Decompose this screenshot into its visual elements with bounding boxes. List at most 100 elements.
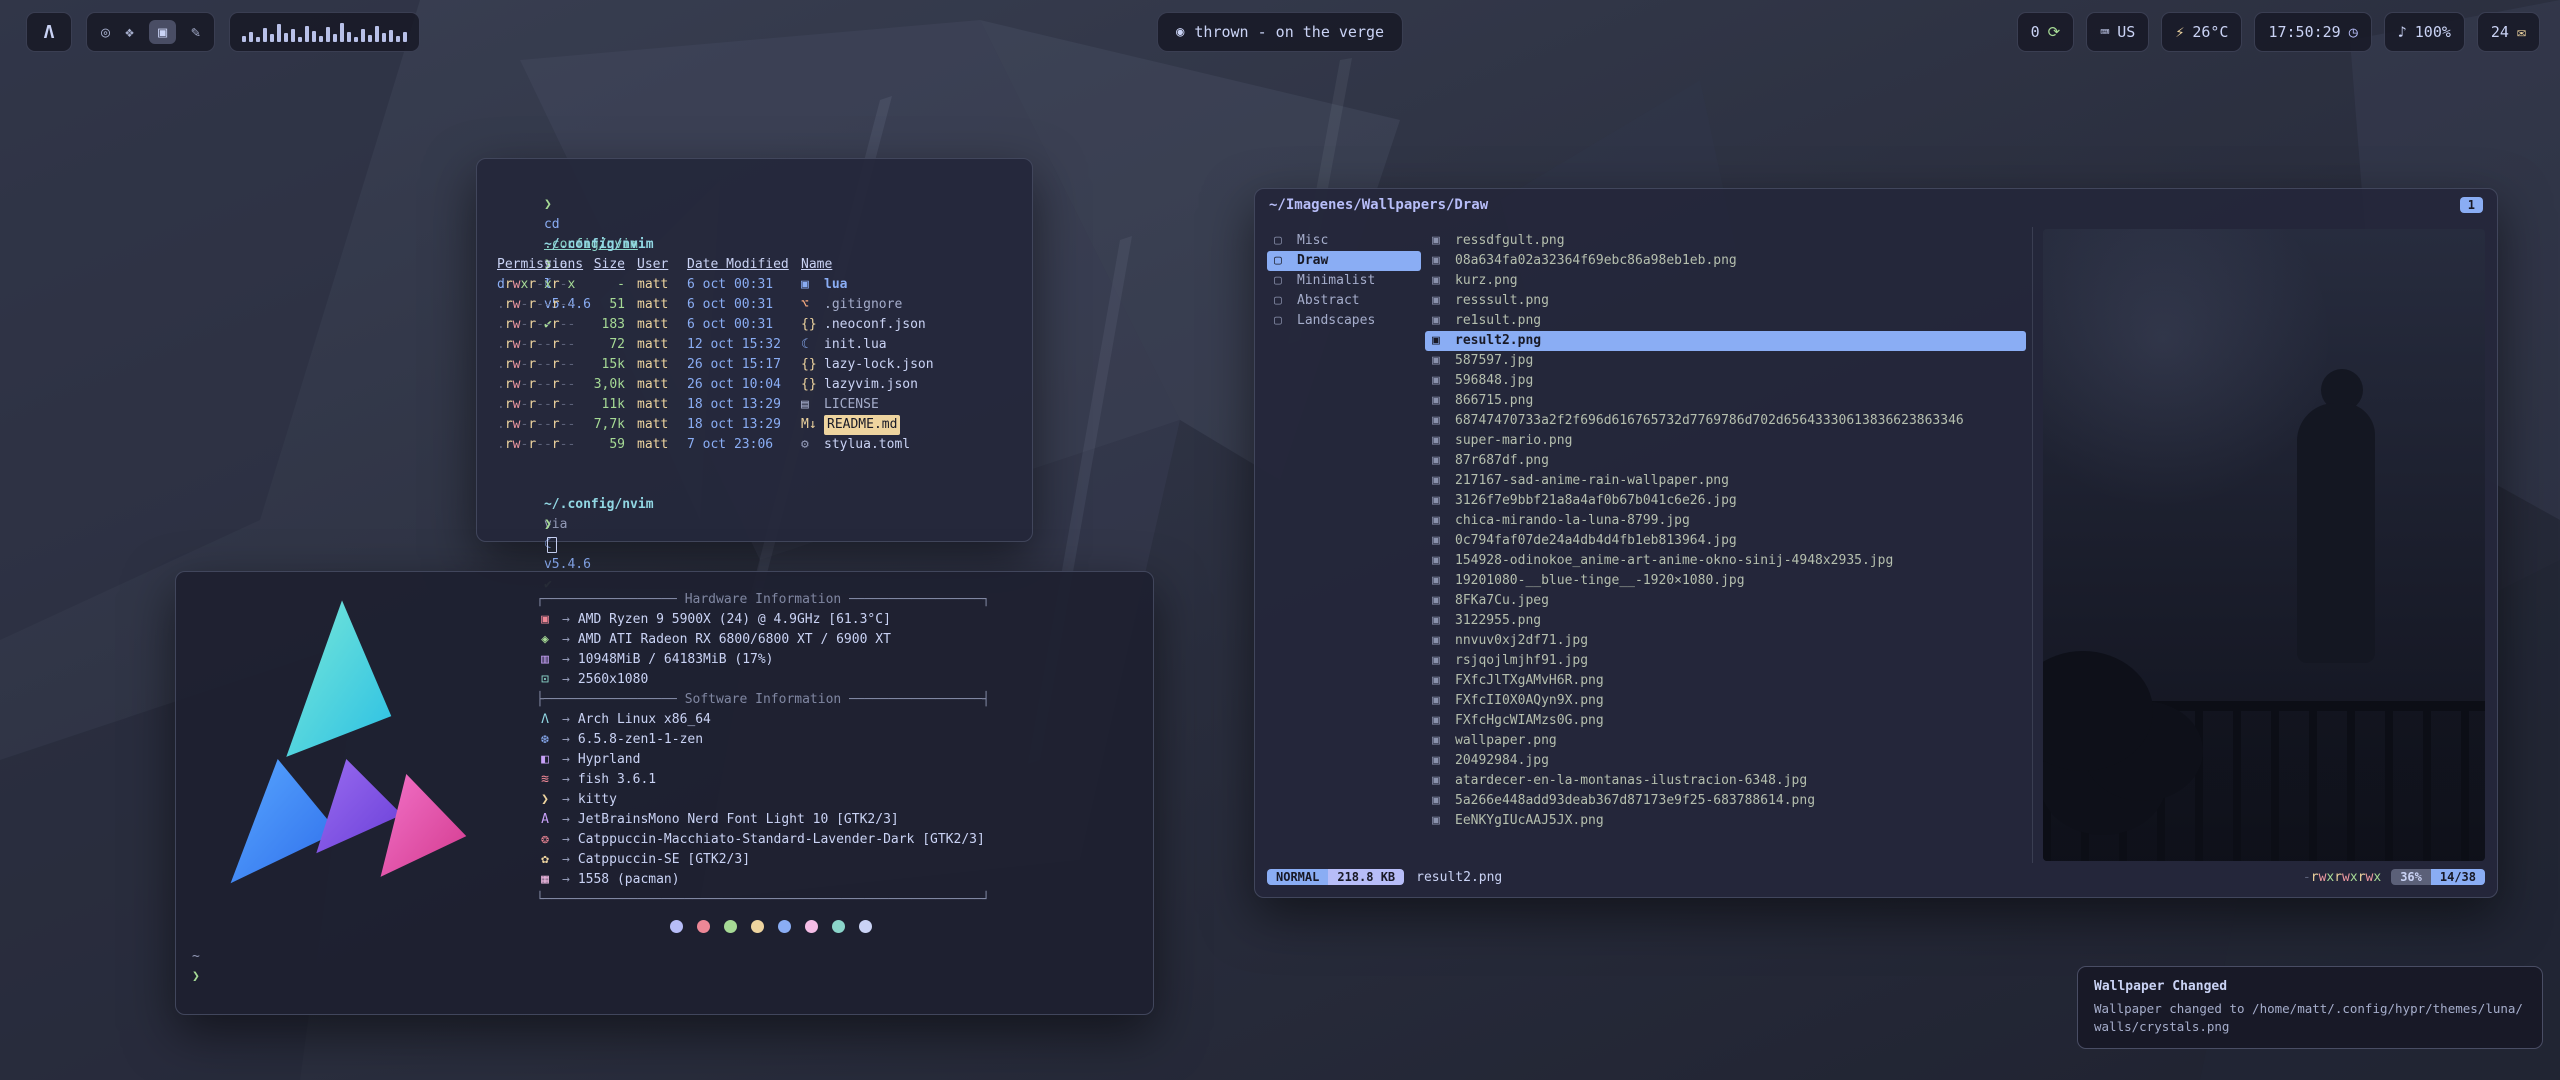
file-name: 596848.jpg [1455, 371, 1533, 391]
file-list-item[interactable]: ▣ 596848.jpg [1425, 371, 2026, 391]
file-list-item[interactable]: ▣ 8FKa7Cu.jpeg [1425, 591, 2026, 611]
software-icon: ❯ [536, 790, 554, 810]
media-player-module[interactable]: ◉ thrown - on the verge [1157, 12, 1403, 52]
clock-module[interactable]: 17:50:29 ◷ [2254, 12, 2371, 52]
keyboard-icon: ⌨ [2100, 23, 2109, 41]
hardware-icon: ▣ [536, 610, 554, 630]
file-list-item[interactable]: ▣ ressdfgult.png [1425, 231, 2026, 251]
file-list-item[interactable]: ▣ FXfcJlTXgAMvH6R.png [1425, 671, 2026, 691]
file-list-item[interactable]: ▣ 08a634fa02a32364f69ebc86a98eb1eb.png [1425, 251, 2026, 271]
file-manager-header: ~/Imagenes/Wallpapers/Draw 1 [1255, 189, 2497, 215]
arrow-icon: → [562, 750, 570, 770]
crystal-logo-icon [208, 594, 476, 894]
workspace-icon[interactable]: ✎ [191, 23, 200, 41]
file-list-item[interactable]: ▣ kurz.png [1425, 271, 2026, 291]
visualizer-bar [263, 28, 267, 42]
file-list-item[interactable]: ▣ 19201080-__blue-tinge__-1920×1080.jpg [1425, 571, 2026, 591]
file-owner: matt [637, 435, 687, 455]
info-value: JetBrainsMono Nerd Font Light 10 [GTK2/3… [578, 810, 899, 830]
file-name: re1sult.png [1455, 311, 1541, 331]
file-list-item[interactable]: ▣ FXfcHgcWIAMzs0G.png [1425, 711, 2026, 731]
workspace-icon[interactable]: ❖ [125, 23, 134, 41]
file-owner: matt [637, 415, 687, 435]
file-date: 26 oct 15:17 [687, 355, 801, 375]
file-name: FXfcII0X0AQyn9X.png [1455, 691, 1604, 711]
visualizer-bar [249, 32, 253, 42]
fetch-prompt-area[interactable]: ~ ❯ [192, 947, 1137, 987]
file-date: 18 oct 13:29 [687, 395, 801, 415]
sidebar-folder-item[interactable]: ▢ Misc [1267, 231, 1421, 251]
fetch-info-column: ┌───────────────── Hardware Information … [536, 586, 1137, 933]
sidebar-folder-item[interactable]: ▢ Landscapes [1267, 311, 1421, 331]
file-list-item[interactable]: ▣ 0c794faf07de24a4db4d4fb1eb813964.jpg [1425, 531, 2026, 551]
software-section-header: ├───────────────── Software Information … [536, 690, 1137, 710]
workspace-icon[interactable]: ◎ [101, 23, 110, 41]
filetype-icon: ☾ [801, 335, 817, 355]
file-list-item[interactable]: ▣ result2.png [1425, 331, 2026, 351]
folder-name: Draw [1297, 251, 1328, 271]
sidebar-folder-item[interactable]: ▢ Minimalist [1267, 271, 1421, 291]
file-list-item[interactable]: ▣ 154928-odinokoe_anime-art-anime-okno-s… [1425, 551, 2026, 571]
tab-badge[interactable]: 1 [2460, 197, 2483, 213]
software-icon: ≋ [536, 770, 554, 790]
file-list-item[interactable]: ▣ FXfcII0X0AQyn9X.png [1425, 691, 2026, 711]
file-name-cell: {} lazyvim.json [801, 375, 1012, 395]
keyboard-layout-module[interactable]: ⌨ US [2086, 12, 2149, 52]
file-list-item[interactable]: ▣ 3126f7e9bbf21a8a4af0b67b041c6e26.jpg [1425, 491, 2026, 511]
file-name: README.md [824, 415, 900, 435]
prompt-symbol: ❯ [544, 197, 552, 212]
file-list-item[interactable]: ▣ 5a266e448add93deab367d87173e9f25-68378… [1425, 791, 2026, 811]
terminal-window-nvim[interactable]: ❯ cd .config/nvim ~/.config/nvim via ☾ v… [476, 158, 1033, 542]
distro-logo [192, 586, 492, 933]
file-list-item[interactable]: ▣ 866715.png [1425, 391, 2026, 411]
notification-toast[interactable]: Wallpaper Changed Wallpaper changed to /… [2077, 966, 2543, 1049]
visualizer-bar [256, 37, 260, 42]
sidebar-folder-item[interactable]: ▢ Draw [1267, 251, 1421, 271]
visualizer-bar [270, 34, 274, 42]
notifications-module[interactable]: 24 ✉ [2477, 12, 2540, 52]
arrow-icon: → [562, 850, 570, 870]
file-list-item[interactable]: ▣ 20492984.jpg [1425, 751, 2026, 771]
file-perms: -rwxrwxrwx [2303, 870, 2381, 885]
file-list-item[interactable]: ▣ chica-mirando-la-luna-8799.jpg [1425, 511, 2026, 531]
file-list-item[interactable]: ▣ 587597.jpg [1425, 351, 2026, 371]
col-permissions: Permissions [497, 255, 585, 275]
workspace-switcher: ◎ ❖ ▣ ✎ [86, 12, 215, 52]
workspace-icon[interactable]: ▣ [149, 20, 176, 44]
file-list-item[interactable]: ▣ atardecer-en-la-montanas-ilustracion-6… [1425, 771, 2026, 791]
weather-module[interactable]: ⚡ 26°C [2161, 12, 2242, 52]
info-row: ▣ → AMD Ryzen 9 5900X (24) @ 4.9GHz [61.… [536, 610, 1137, 630]
file-name: 3126f7e9bbf21a8a4af0b67b041c6e26.jpg [1455, 491, 1737, 511]
file-manager-window[interactable]: ~/Imagenes/Wallpapers/Draw 1 ▢ Misc ▢ Dr… [1254, 188, 2498, 898]
software-info-list: Λ → Arch Linux x86_64 ❆ → 6.5.8-zen1-1-z… [536, 710, 1137, 890]
updates-module[interactable]: 0 ⟳ [2017, 12, 2075, 52]
file-list-item[interactable]: ▣ nnvuv0xj2df71.jpg [1425, 631, 2026, 651]
file-list-item[interactable]: ▣ 68747470733a2f2f696d616765732d7769786d… [1425, 411, 2026, 431]
clock-time: 17:50:29 [2268, 23, 2340, 41]
file-owner: matt [637, 295, 687, 315]
info-row: Λ → Arch Linux x86_64 [536, 710, 1137, 730]
speaker-icon: ♪ [2398, 23, 2407, 41]
file-list-item[interactable]: ▣ 217167-sad-anime-rain-wallpaper.png [1425, 471, 2026, 491]
file-list-item[interactable]: ▣ 87r687df.png [1425, 451, 2026, 471]
image-file-icon: ▣ [1432, 471, 1448, 491]
app-launcher-button[interactable]: Λ [26, 12, 72, 52]
file-list-item[interactable]: ▣ re1sult.png [1425, 311, 2026, 331]
terminal-color-palette [536, 920, 1006, 933]
file-list-item[interactable]: ▣ 3122955.png [1425, 611, 2026, 631]
volume-module[interactable]: ♪ 100% [2384, 12, 2465, 52]
file-list-item[interactable]: ▣ rsjqojlmjhf91.jpg [1425, 651, 2026, 671]
info-row: ◈ → AMD ATI Radeon RX 6800/6800 XT / 690… [536, 630, 1137, 650]
sidebar-folder-item[interactable]: ▢ Abstract [1267, 291, 1421, 311]
scroll-percent-badge: 36% [2391, 869, 2431, 885]
file-list-item[interactable]: ▣ resssult.png [1425, 291, 2026, 311]
file-list-item[interactable]: ▣ wallpaper.png [1425, 731, 2026, 751]
file-list-pane: ▣ ressdfgult.png ▣ 08a634fa02a32364f69eb… [1421, 227, 2033, 863]
visualizer-bar [277, 24, 281, 42]
file-list-item[interactable]: ▣ EeNKYgIUcAAJ5JX.png [1425, 811, 2026, 831]
file-list-item[interactable]: ▣ super-mario.png [1425, 431, 2026, 451]
terminal-window-fetch[interactable]: ┌───────────────── Hardware Information … [175, 571, 1154, 1015]
preview-pane [2033, 227, 2485, 863]
notification-title: Wallpaper Changed [2094, 979, 2526, 994]
file-permissions: .rw-r--r-- [497, 355, 585, 375]
